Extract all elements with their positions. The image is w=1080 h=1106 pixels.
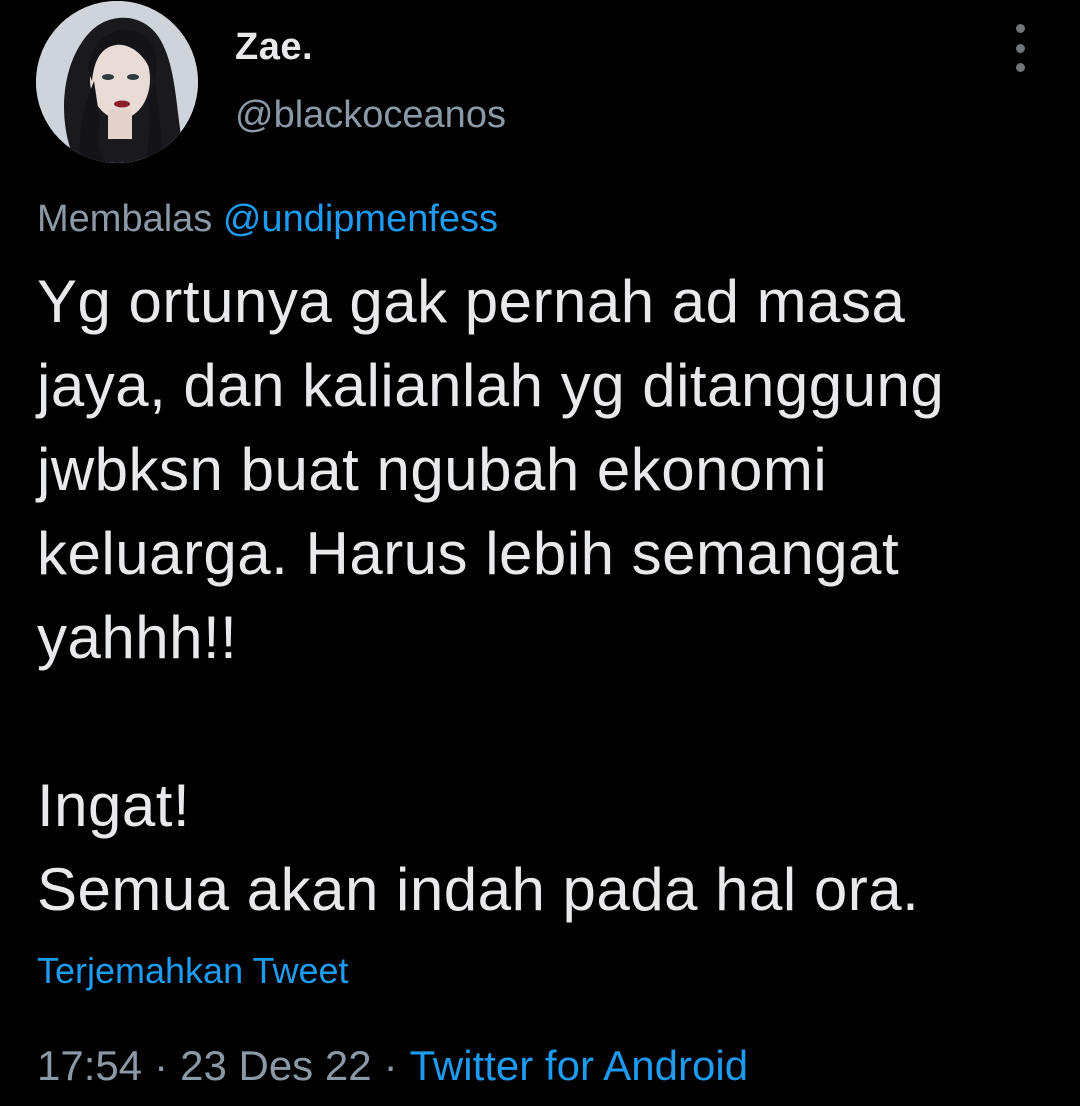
tweet-source-link[interactable]: Twitter for Android (410, 1042, 748, 1089)
more-vertical-icon[interactable] (1000, 24, 1040, 72)
avatar[interactable] (36, 1, 198, 163)
replying-to-label: Membalas (37, 198, 213, 240)
tweet-meta: 17:54 · 23 Des 22 · Twitter for Android (37, 1042, 748, 1090)
tweet-text-line: Yg ortunya gak pernah ad masa (37, 268, 906, 335)
replying-to: Membalas @undipmenfess (37, 198, 498, 241)
tweet-text-line: Semua akan indah pada hal ora. (37, 856, 920, 923)
tweet-text-line: yahhh!! (37, 604, 238, 671)
tweet-text-line: Ingat! (37, 772, 191, 839)
replying-to-mention[interactable]: @undipmenfess (223, 198, 498, 240)
tweet-text: Yg ortunya gak pernah ad masa jaya, dan … (37, 260, 1047, 932)
user-handle[interactable]: @blackoceanos (235, 94, 506, 137)
tweet-text-line (37, 680, 1047, 764)
tweet-time[interactable]: 17:54 (37, 1042, 142, 1089)
dot (1015, 43, 1025, 53)
display-name[interactable]: Zae. (235, 26, 313, 69)
separator: · (383, 1042, 398, 1089)
tweet-date[interactable]: 23 Des 22 (180, 1042, 371, 1089)
tweet-text-line: jwbksn buat ngubah ekonomi (37, 436, 828, 503)
tweet-text-line: keluarga. Harus lebih semangat (37, 520, 900, 587)
translate-tweet-link[interactable]: Terjemahkan Tweet (37, 950, 349, 992)
separator: · (154, 1042, 169, 1089)
tweet-text-line: jaya, dan kalianlah yg ditanggung (37, 352, 945, 419)
dot (1015, 24, 1025, 33)
tweet-detail: Zae. @blackoceanos Membalas @undipmenfes… (0, 0, 1080, 1106)
avatar-illustration (36, 1, 198, 163)
dot (1015, 63, 1025, 72)
